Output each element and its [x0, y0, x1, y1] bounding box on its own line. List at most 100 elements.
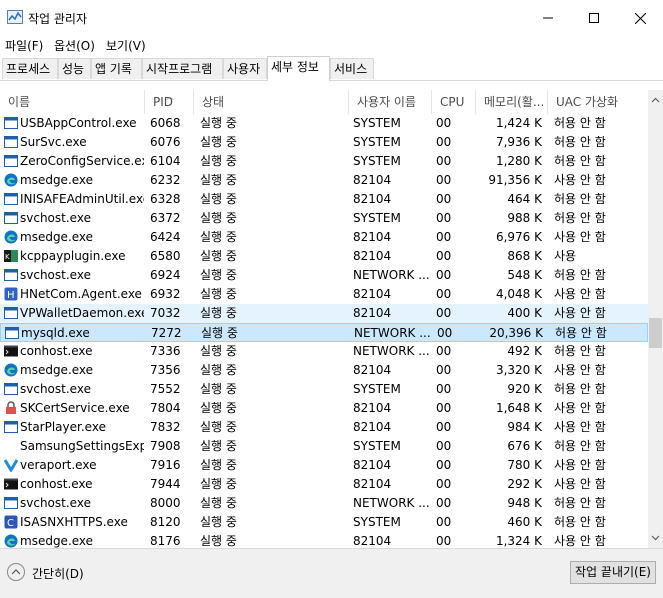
console-icon [4, 345, 18, 357]
cell-uac: 사용 안 함 [554, 306, 606, 320]
cell-mem: 3,320 K [495, 363, 542, 377]
cell-uac: 허용 안 함 [554, 268, 606, 282]
maximize-button[interactable] [571, 0, 617, 36]
close-icon [634, 12, 646, 24]
cell-user: 82104 [353, 173, 392, 187]
tab-bar: 프로세스 성능 앱 기록 시작프로그램 사용자 세부 정보 서비스 [0, 56, 663, 81]
console-icon [4, 478, 18, 490]
cell-mem: 984 K [507, 420, 542, 434]
minimize-icon [543, 17, 553, 19]
column-header-status[interactable]: 상태 [194, 90, 349, 114]
cell-pid: 6424 [150, 230, 181, 244]
table-row[interactable]: svchost.exe 6924 실행 중 NETWORK ... 00 548 K 허용 … [0, 266, 648, 285]
cell-status: 실행 중 [200, 496, 237, 510]
tab-startup[interactable]: 시작프로그램 [142, 58, 223, 79]
table-row[interactable]: SKCertService.exe 7804 실행 중 82104 00 1,648 K 사… [0, 399, 648, 418]
cell-cpu: 00 [436, 135, 452, 149]
table-row[interactable]: conhost.exe 7336 실행 중 NETWORK ... 00 492 K 허용 … [0, 342, 648, 361]
cell-name: conhost.exe [20, 344, 93, 358]
app-window-icon [4, 421, 18, 433]
cell-name: veraport.exe [20, 458, 97, 472]
scroll-down-icon[interactable] [648, 530, 663, 545]
column-header-memory[interactable]: 메모리(활... [476, 90, 548, 114]
scroll-thumb[interactable] [649, 318, 662, 348]
table-row[interactable]: C ISASNXHTTPS.exe 8120 실행 중 SYSTEM 00 460 K 허용 … [0, 513, 648, 532]
table-row[interactable]: ZeroConfigService.exe 6104 실행 중 SYSTEM 00 1,2… [0, 152, 648, 171]
table-row[interactable]: USBAppControl.exe 6068 실행 중 SYSTEM 00 1,424 K… [0, 114, 648, 133]
cell-name: SamsungSettingsExp... [20, 439, 144, 453]
table-row[interactable]: conhost.exe 7944 실행 중 82104 00 292 K 사용 안 함 [0, 475, 648, 494]
table-row[interactable]: mysqld.exe 7272 실행 중 NETWORK ... 00 20,396 K 허… [0, 323, 648, 342]
vertical-scrollbar[interactable] [648, 90, 663, 548]
window-title: 작업 관리자 [28, 12, 88, 26]
close-button[interactable] [617, 0, 663, 36]
cell-name: mysqld.exe [21, 326, 90, 340]
cell-status: 실행 중 [200, 401, 237, 415]
tab-users[interactable]: 사용자 [223, 58, 267, 79]
column-header-username[interactable]: 사용자 이름 [349, 90, 432, 114]
cell-status: 실행 중 [200, 306, 237, 320]
cell-user: SYSTEM [353, 211, 401, 225]
cell-user: 82104 [353, 401, 392, 415]
cell-status: 실행 중 [200, 211, 237, 225]
menu-bar: 파일(F) 옵션(O) 보기(V) [0, 36, 663, 56]
tab-services[interactable]: 서비스 [330, 58, 374, 79]
details-table: 이름 PID ︿ 상태 사용자 이름 CPU 메모리(활... UAC 가상화 … [0, 90, 648, 548]
cell-user: 82104 [353, 287, 392, 301]
cell-uac: 사용 [554, 249, 577, 263]
cell-pid: 8000 [150, 496, 181, 510]
minimize-button[interactable] [525, 0, 571, 36]
table-row[interactable]: msedge.exe 6424 실행 중 82104 00 6,976 K 사용 안 함 [0, 228, 648, 247]
cell-status: 실행 중 [200, 230, 237, 244]
column-header-cpu[interactable]: CPU [432, 90, 476, 114]
table-row[interactable]: SurSvc.exe 6076 실행 중 SYSTEM 00 7,936 K 허용 안 함 [0, 133, 648, 152]
table-row[interactable]: svchost.exe 8000 실행 중 NETWORK ... 00 948 K 허용 … [0, 494, 648, 513]
column-header-name[interactable]: 이름 [0, 90, 145, 114]
tab-app-history[interactable]: 앱 기록 [91, 58, 142, 79]
tab-details[interactable]: 세부 정보 [267, 56, 330, 81]
cell-pid: 6932 [150, 287, 181, 301]
cell-mem: 676 K [507, 439, 542, 453]
cell-mem: 91,356 K [488, 173, 542, 187]
cell-mem: 6,976 K [495, 230, 542, 244]
cell-status: 실행 중 [200, 173, 237, 187]
app-window-icon [5, 327, 19, 339]
cell-user: SYSTEM [353, 154, 401, 168]
cell-pid: 7032 [150, 306, 181, 320]
end-task-button[interactable]: 작업 끝내기(E) [570, 561, 656, 584]
menu-file[interactable]: 파일(F) [5, 37, 43, 54]
menu-view[interactable]: 보기(V) [106, 37, 146, 54]
tab-processes[interactable]: 프로세스 [2, 58, 58, 79]
collapse-label[interactable]: 간단히(D) [32, 565, 84, 582]
table-row[interactable]: veraport.exe 7916 실행 중 82104 00 780 K 사용 안 함 [0, 456, 648, 475]
cell-uac: 허용 안 함 [554, 515, 606, 529]
table-row[interactable]: INISAFEAdminUtil.exe 6328 실행 중 82104 00 464 K… [0, 190, 648, 209]
cell-mem: 4,048 K [495, 287, 542, 301]
cell-cpu: 00 [436, 230, 452, 244]
table-row[interactable]: H HNetCom.Agent.exe 6932 실행 중 82104 00 4,048 K… [0, 285, 648, 304]
table-row[interactable]: msedge.exe 8176 실행 중 82104 00 1,324 K 사용 안 함 [0, 532, 648, 548]
cell-user: NETWORK ... [354, 326, 431, 340]
column-header-uac[interactable]: UAC 가상화 [548, 90, 648, 114]
cell-mem: 948 K [507, 496, 542, 510]
veraport-icon [4, 459, 18, 472]
collapse-button[interactable] [7, 563, 25, 581]
table-row[interactable]: SamsungSettingsExp... 7908 실행 중 SYSTEM 00 676… [0, 437, 648, 456]
tab-performance[interactable]: 성능 [58, 58, 91, 79]
table-row[interactable]: svchost.exe 7552 실행 중 SYSTEM 00 920 K 허용 안 함 [0, 380, 648, 399]
app-window-icon [4, 155, 18, 167]
app-window-icon [4, 307, 18, 319]
cell-name: kcppayplugin.exe [20, 249, 126, 263]
scroll-up-icon[interactable] [648, 93, 663, 108]
cell-status: 실행 중 [200, 382, 237, 396]
cell-cpu: 00 [436, 401, 452, 415]
menu-options[interactable]: 옵션(O) [54, 37, 95, 54]
cell-status: 실행 중 [201, 326, 238, 340]
table-row[interactable]: StarPlayer.exe 7832 실행 중 82104 00 984 K 사용 안 함 [0, 418, 648, 437]
table-row[interactable]: Kkcppayplugin.exe 6580 실행 중 82104 00 868 K 사용 [0, 247, 648, 266]
cell-pid: 8176 [150, 534, 181, 548]
table-row[interactable]: svchost.exe 6372 실행 중 SYSTEM 00 988 K 허용 안 함 [0, 209, 648, 228]
table-row[interactable]: msedge.exe 7356 실행 중 82104 00 3,320 K 사용 안 함 [0, 361, 648, 380]
table-row[interactable]: msedge.exe 6232 실행 중 82104 00 91,356 K 사용 안 함 [0, 171, 648, 190]
table-row[interactable]: VPWalletDaemon.exe 7032 실행 중 82104 00 400 K 사용… [0, 304, 648, 323]
